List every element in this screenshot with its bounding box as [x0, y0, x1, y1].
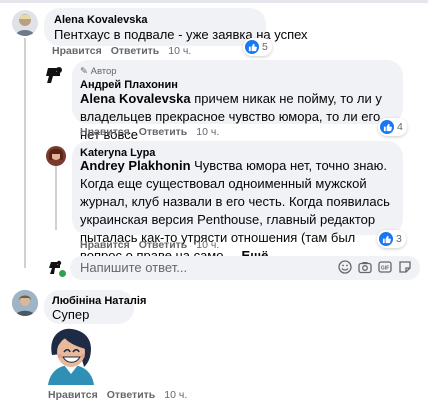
- input-icons: GIF: [338, 260, 412, 277]
- like-reaction-icon: [380, 120, 394, 134]
- camera-icon[interactable]: [358, 260, 372, 277]
- reaction-count[interactable]: 3: [377, 230, 406, 248]
- reply-button[interactable]: Ответить: [107, 389, 156, 401]
- timestamp[interactable]: 10 ч.: [196, 239, 219, 251]
- reaction-count-number: 3: [396, 233, 402, 245]
- thread-line-reply: [55, 166, 57, 230]
- comment-actions: Нравится Ответить 10 ч.: [48, 389, 187, 401]
- timestamp[interactable]: 10 ч.: [196, 126, 219, 138]
- reaction-count-number: 5: [262, 41, 268, 53]
- sticker-icon[interactable]: [398, 260, 412, 277]
- like-button[interactable]: Нравится: [52, 45, 102, 57]
- author-badge-label: Автор: [90, 66, 117, 77]
- avatar[interactable]: [12, 10, 38, 36]
- timestamp[interactable]: 10 ч.: [168, 45, 191, 57]
- avatar[interactable]: [44, 64, 66, 86]
- top-separator: [0, 0, 428, 3]
- comment-actions: Нравится Ответить 10 ч.: [52, 45, 191, 57]
- reply-button[interactable]: Ответить: [111, 45, 160, 57]
- gif-icon[interactable]: GIF: [378, 260, 392, 277]
- comment-actions: Нравится Ответить 10 ч.: [80, 239, 219, 251]
- reply-button[interactable]: Ответить: [139, 239, 188, 251]
- reaction-count[interactable]: 5: [243, 38, 272, 56]
- comment-author[interactable]: Alena Kovalevska: [54, 14, 148, 26]
- timestamp[interactable]: 10 ч.: [164, 389, 187, 401]
- like-reaction-icon: [245, 40, 259, 54]
- like-button[interactable]: Нравится: [80, 126, 130, 138]
- comment-actions: Нравится Ответить 10 ч.: [80, 126, 219, 138]
- reply-placeholder: Напишите ответ...: [80, 260, 188, 275]
- current-user-avatar: [48, 259, 67, 278]
- author-badge: ✎ Автор: [80, 66, 117, 77]
- comment-bubble: Alena Kovalevska Пентхаус в подвале - уж…: [44, 8, 308, 46]
- avatar[interactable]: [46, 146, 66, 166]
- comment-bubble: Kateryna Lypa Andrey Plakhonin Чувства ю…: [72, 141, 403, 263]
- mention-link[interactable]: Alena Kovalevska: [80, 91, 191, 106]
- avatar[interactable]: [12, 290, 38, 316]
- comment-text: Супер: [52, 307, 90, 322]
- reply-button[interactable]: Ответить: [139, 126, 188, 138]
- sticker-image[interactable]: [40, 325, 102, 387]
- reaction-count-number: 4: [397, 121, 403, 133]
- reply-input[interactable]: Напишите ответ... GIF: [70, 256, 420, 280]
- comment-bubble: ✎ Автор Андрей Плахонин Alena Kovalevska…: [72, 60, 403, 142]
- pencil-icon: ✎: [80, 66, 88, 77]
- like-button[interactable]: Нравится: [80, 239, 130, 251]
- mention-link[interactable]: Andrey Plakhonin: [80, 158, 191, 173]
- like-button[interactable]: Нравится: [48, 389, 98, 401]
- online-status-dot: [58, 269, 67, 278]
- emoji-icon[interactable]: [338, 260, 352, 277]
- like-reaction-icon: [379, 232, 393, 246]
- thread-line: [24, 38, 26, 268]
- reaction-count[interactable]: 4: [378, 118, 407, 136]
- comment-bubble: Любініна Наталія Супер: [44, 290, 146, 324]
- svg-text:GIF: GIF: [381, 266, 389, 272]
